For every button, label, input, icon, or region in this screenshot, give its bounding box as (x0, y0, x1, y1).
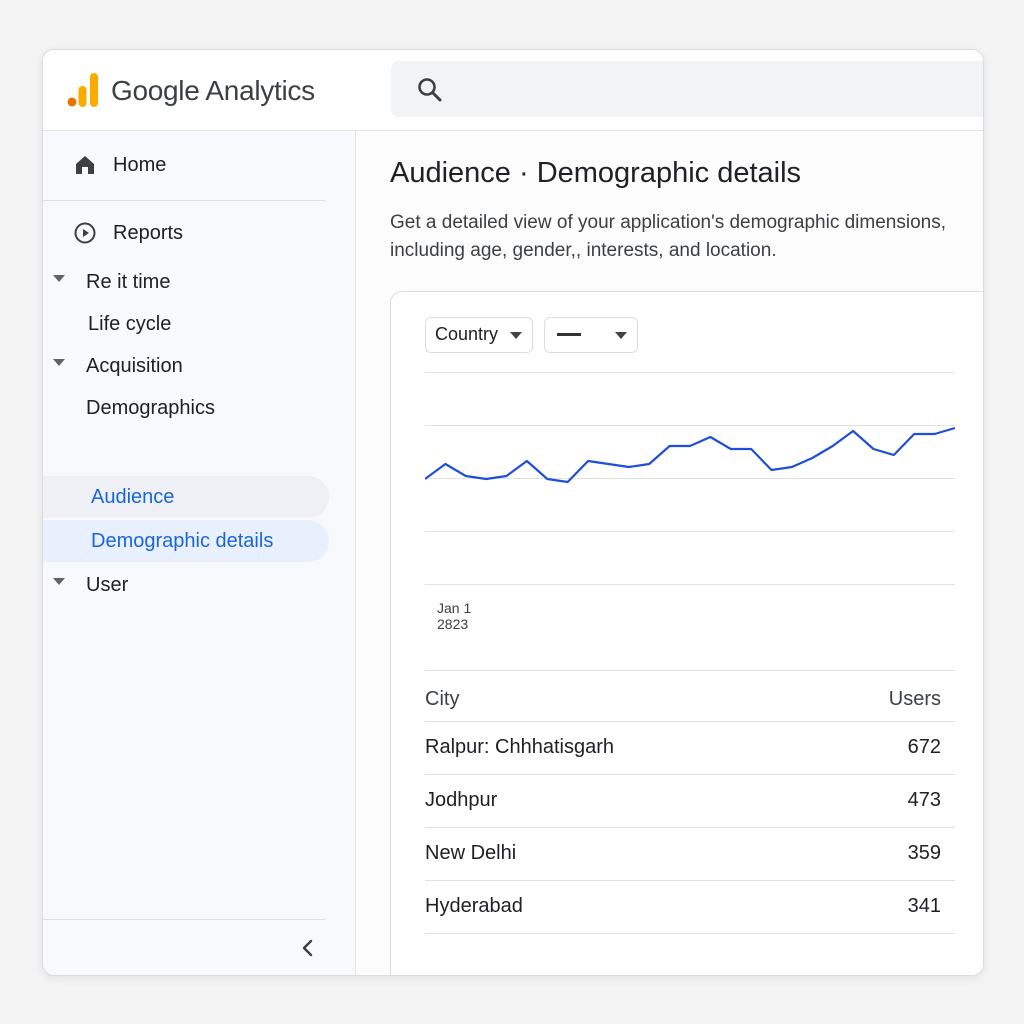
sidebar-item-demographic-details[interactable]: Demographic details (43, 520, 329, 562)
divider (43, 919, 325, 920)
cell-city: Hyderabad (425, 895, 523, 917)
line-chart (425, 372, 955, 585)
sidebar-item-label: Audience (91, 486, 175, 508)
table-row[interactable]: Jodhpur 473 (425, 775, 955, 828)
dropdown-arrow-icon (510, 332, 522, 339)
sidebar-item-label: Life cycle (88, 313, 172, 335)
table-row[interactable]: New Delhi 359 (425, 828, 955, 881)
sidebar-item-label: Home (113, 154, 167, 176)
line-chart-style-icon (557, 333, 581, 336)
dimension-dropdown-label: Country (435, 324, 499, 344)
sidebar-group-acquisition[interactable]: Acquisition (43, 346, 355, 386)
search-icon[interactable] (417, 77, 443, 103)
sidebar-item-home[interactable]: Home (43, 141, 355, 189)
x-axis-tick-label: Jan 1 2823 (437, 600, 471, 632)
sidebar-item-life-cycle[interactable]: Life cycle (43, 304, 355, 344)
sidebar-item-audience[interactable]: Audience (43, 476, 329, 518)
page-description: Get a detailed view of your application'… (390, 212, 946, 261)
x-tick-line-2: 2823 (437, 616, 469, 632)
cell-users: 473 (907, 789, 941, 811)
play-circle-icon (74, 222, 96, 244)
table-row[interactable]: Hyderabad 341 (425, 881, 955, 934)
cell-city: New Delhi (425, 842, 517, 864)
sidebar-group-label: User (86, 574, 129, 596)
chart-style-dropdown[interactable] (544, 317, 638, 353)
sidebar-group-user[interactable]: User (43, 565, 355, 605)
table-divider (425, 933, 955, 934)
divider (43, 200, 325, 201)
x-tick-line-1: Jan 1 (437, 600, 472, 616)
sidebar-item-demographics[interactable]: Demographics (43, 388, 355, 428)
sidebar: Home Reports Re it time Life cycle Acqui… (43, 131, 356, 975)
report-card: Country Jan 1 2823 City Users Ralpur: Ch… (390, 291, 983, 975)
table-row[interactable]: Ralpur: Chhhatisgarh 672 (425, 722, 955, 775)
cell-users: 359 (907, 842, 941, 864)
cell-users: 341 (907, 895, 941, 917)
sidebar-group-label: Acquisition (86, 355, 183, 377)
brand-name: Google Analytics (111, 75, 315, 106)
chevron-left-icon[interactable] (293, 933, 323, 963)
series-line[interactable] (425, 426, 955, 484)
sidebar-item-label: Reports (113, 222, 184, 244)
main-content: Audience · Demographic details Get a det… (356, 131, 983, 975)
cell-city: Jodhpur (425, 789, 498, 811)
cell-users: 672 (907, 736, 941, 758)
caret-down-icon[interactable] (53, 359, 65, 366)
analytics-logo-icon[interactable] (67, 72, 99, 108)
sidebar-item-reports[interactable]: Reports (43, 209, 355, 257)
search-bar[interactable] (391, 61, 983, 117)
dropdown-arrow-icon (615, 332, 627, 339)
sidebar-group-label: Re it time (86, 271, 171, 293)
caret-down-icon[interactable] (53, 578, 65, 585)
sidebar-item-label: Demographics (86, 397, 215, 419)
dimension-dropdown[interactable]: Country (425, 317, 533, 353)
caret-down-icon[interactable] (53, 275, 65, 282)
top-bar: Google Analytics (43, 50, 983, 131)
column-header-city[interactable]: City (425, 688, 459, 711)
home-icon (76, 156, 94, 174)
cell-city: Ralpur: Chhhatisgarh (425, 736, 614, 758)
table-divider (425, 670, 955, 671)
page-title: Audience · Demographic details (390, 157, 802, 189)
sidebar-item-label: Demographic details (91, 530, 274, 552)
app-window: Google Analytics Home Reports Re it time… (42, 49, 984, 976)
sidebar-group-realtime[interactable]: Re it time (43, 262, 355, 302)
column-header-users[interactable]: Users (889, 688, 941, 711)
